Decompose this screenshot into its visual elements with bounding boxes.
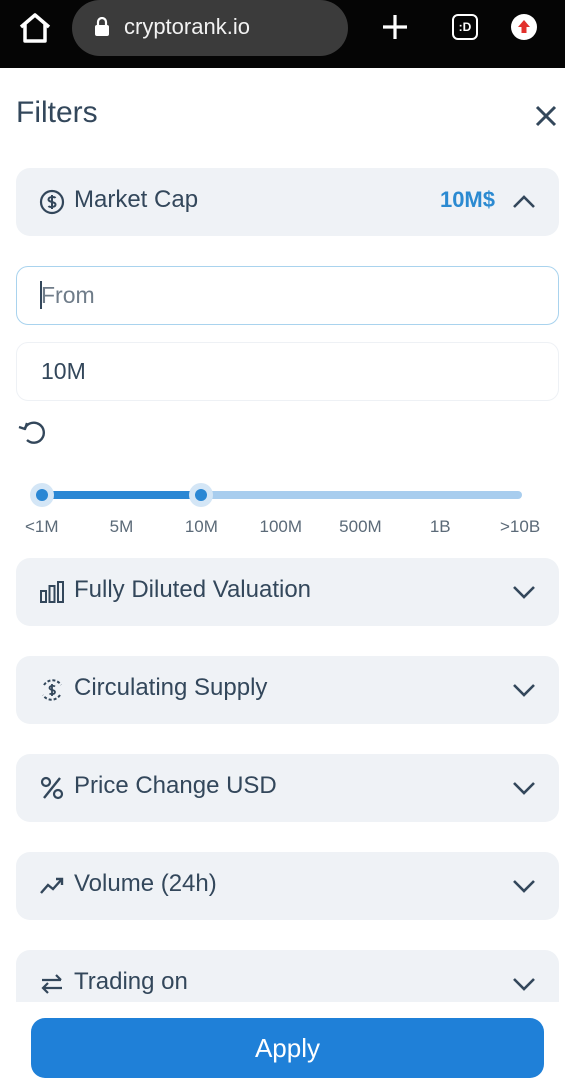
lock-icon: [94, 16, 110, 37]
section-fully-diluted-valuation[interactable]: Fully Diluted Valuation: [16, 558, 559, 626]
market-cap-to-input[interactable]: [16, 342, 559, 401]
swap-arrows-icon: [38, 970, 66, 998]
section-market-cap[interactable]: Market Cap 10M$: [16, 168, 559, 236]
slider-tick-label: <1M: [25, 517, 59, 536]
section-volume-24h[interactable]: Volume (24h): [16, 852, 559, 920]
tab-switcher-label: :D: [458, 20, 472, 34]
slider-tick-label: 500M: [339, 517, 382, 536]
slider-tick-labels: <1M 5M 10M 100M 500M 1B >10B: [0, 517, 565, 541]
section-label: Market Cap: [74, 186, 199, 213]
update-arrow-icon[interactable]: [511, 14, 537, 40]
circulating-coin-icon: [38, 676, 66, 704]
chevron-down-icon: [509, 774, 539, 802]
market-cap-range-slider[interactable]: [16, 480, 526, 510]
slider-tick-label: 1B: [429, 517, 451, 536]
section-price-change-usd[interactable]: Price Change USD: [16, 754, 559, 822]
slider-handle-min[interactable]: [30, 483, 54, 507]
section-label: Price Change USD: [74, 772, 277, 799]
text-caret: [40, 281, 42, 309]
url-text: cryptorank.io: [124, 14, 250, 39]
chevron-down-icon: [509, 970, 539, 998]
chevron-down-icon: [509, 676, 539, 704]
dollar-coin-icon: [38, 188, 66, 216]
filters-panel: Filters Market Cap 10M$ <1M 5M 10M 100M 500M…: [0, 68, 565, 1080]
slider-tick-label: >10B: [500, 517, 541, 536]
section-label: Fully Diluted Valuation: [74, 576, 312, 603]
slider-tick-label: 5M: [109, 517, 134, 536]
home-icon[interactable]: [18, 12, 52, 44]
browser-toolbar: cryptorank.io :D: [0, 0, 565, 68]
tab-switcher-button[interactable]: :D: [452, 14, 478, 40]
url-bar[interactable]: cryptorank.io: [72, 0, 348, 56]
trend-line-icon: [38, 872, 66, 900]
chevron-down-icon: [509, 578, 539, 606]
new-tab-plus-icon[interactable]: [380, 12, 410, 42]
chevron-up-icon: [509, 188, 539, 216]
apply-bar: Apply: [0, 1002, 565, 1080]
reset-icon[interactable]: [16, 416, 48, 448]
bar-chart-icon: [38, 578, 66, 606]
chevron-down-icon: [509, 872, 539, 900]
section-circulating-supply[interactable]: Circulating Supply: [16, 656, 559, 724]
market-cap-from-input[interactable]: [16, 266, 559, 325]
section-label: Trading on: [74, 968, 188, 995]
close-icon[interactable]: [530, 100, 562, 132]
slider-tick-label: 100M: [259, 517, 303, 536]
percent-icon: [38, 774, 66, 802]
slider-track-fill: [42, 491, 202, 499]
market-cap-value: 10M$: [439, 187, 495, 212]
page-title: Filters: [16, 96, 98, 129]
slider-tick-label: 10M: [184, 517, 218, 536]
apply-button[interactable]: Apply: [31, 1018, 544, 1078]
section-label: Circulating Supply: [74, 674, 268, 701]
section-label: Volume (24h): [74, 870, 217, 897]
slider-handle-max[interactable]: [189, 483, 214, 507]
